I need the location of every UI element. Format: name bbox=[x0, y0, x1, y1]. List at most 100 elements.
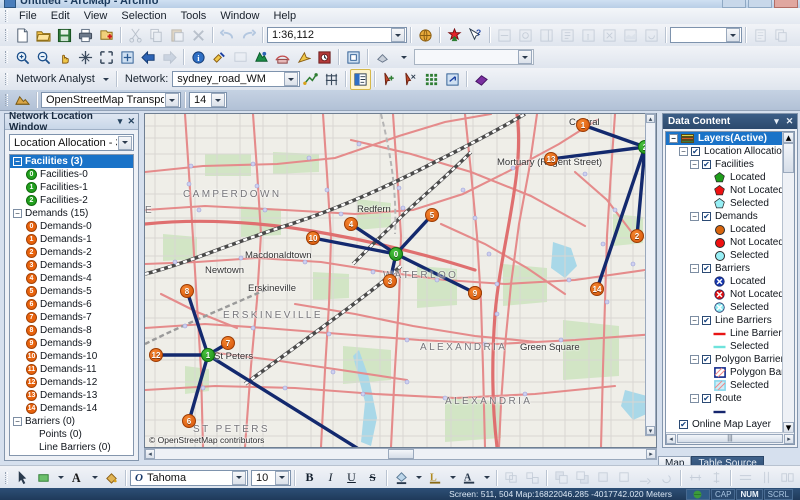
refresh-view-icon[interactable] bbox=[641, 25, 662, 46]
tree-toggle-icon[interactable]: − bbox=[690, 316, 699, 325]
layer-visibility-checkbox[interactable] bbox=[702, 264, 711, 273]
network-location-row[interactable]: 3 Demands-3 bbox=[10, 259, 133, 272]
network-location-tree[interactable]: − Facilities (3) 0 Facilities-0 1 Facilities-… bbox=[9, 154, 134, 456]
ungroup-icon[interactable] bbox=[522, 467, 543, 488]
scroll-right-icon[interactable]: ▸ bbox=[646, 449, 656, 459]
tree-toggle-icon[interactable]: − bbox=[679, 147, 688, 156]
fixed-zoom-out-icon[interactable] bbox=[117, 47, 138, 68]
chevron-down-icon-7[interactable] bbox=[165, 93, 179, 107]
tree-toggle-icon[interactable]: − bbox=[690, 160, 699, 169]
tools-toolbar-gripper[interactable] bbox=[3, 50, 10, 64]
demand-marker[interactable]: 13 bbox=[544, 152, 558, 166]
layer-row[interactable]: − Layers(Active) bbox=[666, 132, 782, 145]
item-description-icon[interactable] bbox=[750, 25, 771, 46]
toolbox-icon[interactable] bbox=[444, 25, 465, 46]
draw-toolbar-gripper[interactable] bbox=[3, 471, 10, 485]
whats-this-icon[interactable]: ? bbox=[465, 25, 486, 46]
hyperlink-icon[interactable] bbox=[209, 47, 230, 68]
bold-button[interactable]: B bbox=[299, 467, 320, 488]
python-window-icon[interactable] bbox=[515, 25, 536, 46]
toc-hscroll-thumb[interactable]: ||| bbox=[677, 434, 783, 443]
layer-visibility-checkbox[interactable] bbox=[702, 355, 711, 364]
font-color-icon[interactable] bbox=[391, 467, 412, 488]
search-input[interactable] bbox=[414, 49, 534, 65]
italic-button[interactable]: I bbox=[320, 467, 341, 488]
network-location-row[interactable]: Points (0) bbox=[10, 428, 133, 441]
menu-file[interactable]: File bbox=[12, 9, 44, 23]
layer-visibility-checkbox[interactable] bbox=[679, 420, 688, 429]
demand-marker[interactable]: 14 bbox=[590, 282, 604, 296]
nudge-icon[interactable] bbox=[635, 467, 656, 488]
scroll-up-icon[interactable]: ▴ bbox=[646, 114, 655, 123]
fill-color-icon[interactable] bbox=[101, 467, 122, 488]
toc-vertical-scrollbar[interactable]: ▴ ▾ bbox=[782, 132, 794, 434]
maximize-button[interactable] bbox=[748, 0, 772, 8]
network-location-row[interactable]: 5 Demands-5 bbox=[10, 285, 133, 298]
network-location-row[interactable]: 4 Demands-4 bbox=[10, 272, 133, 285]
demand-marker[interactable]: 5 bbox=[425, 208, 439, 222]
demand-marker[interactable]: 10 bbox=[306, 231, 320, 245]
font-size-combo[interactable]: 10 bbox=[251, 469, 291, 486]
layers-tree[interactable]: −Layers(Active)−Location Allocation - 3−… bbox=[666, 132, 794, 431]
order-front-icon[interactable] bbox=[551, 467, 572, 488]
network-location-row[interactable]: 10 Demands-10 bbox=[10, 350, 133, 363]
chevron-down-icon-4[interactable] bbox=[518, 50, 532, 64]
create-network-location-tool-icon[interactable] bbox=[379, 69, 400, 90]
network-location-row[interactable]: 1 Facilities-1 bbox=[10, 181, 133, 194]
forward-extent-icon[interactable] bbox=[159, 47, 180, 68]
layer-row[interactable]: Selected bbox=[666, 340, 782, 353]
layer-row[interactable]: Selected bbox=[666, 249, 782, 262]
layer-row[interactable]: Polygon Barriers bbox=[666, 366, 794, 379]
toc-scroll-right-icon[interactable]: ▸ bbox=[784, 433, 794, 444]
zoom-in-icon[interactable] bbox=[12, 47, 33, 68]
mapservice-icon[interactable] bbox=[415, 25, 436, 46]
order-forward-icon[interactable] bbox=[593, 467, 614, 488]
layer-row[interactable]: Online Map Layer bbox=[666, 418, 782, 431]
demand-marker[interactable]: 3 bbox=[383, 274, 397, 288]
tree-toggle-icon[interactable]: − bbox=[13, 157, 22, 166]
collapse-icon-2[interactable]: ▾ bbox=[771, 116, 782, 127]
chevron-down-icon-8[interactable] bbox=[211, 93, 225, 107]
fixed-zoom-in-icon[interactable] bbox=[96, 47, 117, 68]
find-icon[interactable] bbox=[272, 47, 293, 68]
collapse-icon[interactable]: ▾ bbox=[115, 116, 124, 127]
swipe-icon[interactable] bbox=[372, 47, 393, 68]
close-button[interactable] bbox=[774, 0, 798, 8]
demand-marker[interactable]: 7 bbox=[221, 336, 235, 350]
directions-window-icon[interactable] bbox=[421, 69, 442, 90]
toc-horizontal-scrollbar[interactable]: ◂ ||| ▸ bbox=[666, 432, 794, 444]
chevron-down-icon-3[interactable] bbox=[393, 47, 414, 68]
tree-toggle-icon[interactable]: − bbox=[690, 264, 699, 273]
layer-row[interactable]: − Route bbox=[666, 392, 782, 405]
tree-toggle-icon[interactable]: − bbox=[669, 134, 678, 143]
chevron-down-icon-2[interactable] bbox=[726, 28, 740, 42]
network-location-row[interactable]: 2 Demands-2 bbox=[10, 246, 133, 259]
size-match-icon[interactable] bbox=[777, 467, 798, 488]
new-rectangle-icon[interactable] bbox=[33, 467, 54, 488]
rotate-icon[interactable] bbox=[656, 467, 677, 488]
menu-selection[interactable]: Selection bbox=[114, 9, 173, 23]
minimize-button[interactable] bbox=[722, 0, 746, 8]
layer-row[interactable]: − Line Barriers bbox=[666, 314, 782, 327]
network-location-row[interactable]: 9 Demands-9 bbox=[10, 337, 133, 350]
network-location-row[interactable]: 7 Demands-7 bbox=[10, 311, 133, 324]
align-vertical-icon[interactable] bbox=[706, 467, 727, 488]
layer-row[interactable]: Line Barriers bbox=[666, 327, 787, 340]
na-toolbar-gripper[interactable] bbox=[3, 72, 10, 86]
map-horizontal-scrollbar[interactable]: ◂ ▸ bbox=[144, 448, 657, 460]
hscroll-thumb[interactable] bbox=[387, 449, 414, 459]
layer-visibility-checkbox[interactable] bbox=[702, 394, 711, 403]
network-location-row[interactable]: − Demands (15) bbox=[10, 207, 133, 220]
network-location-row[interactable]: 2 Facilities-2 bbox=[10, 194, 133, 207]
layer-row[interactable]: Located bbox=[666, 223, 782, 236]
time-slider-icon[interactable] bbox=[314, 47, 335, 68]
chevron-down-icon-15[interactable] bbox=[446, 467, 459, 488]
status-globe-icon[interactable] bbox=[685, 488, 710, 500]
network-location-row[interactable]: − Barriers (0) bbox=[10, 415, 133, 428]
basemap-gripper[interactable] bbox=[3, 93, 10, 107]
line-color-icon[interactable]: L bbox=[425, 467, 446, 488]
identify-icon[interactable]: i bbox=[188, 47, 209, 68]
map-scale-combo[interactable]: 1:36,112 bbox=[267, 27, 407, 43]
layer-row[interactable]: Selected bbox=[666, 301, 782, 314]
delete-icon[interactable] bbox=[188, 25, 209, 46]
